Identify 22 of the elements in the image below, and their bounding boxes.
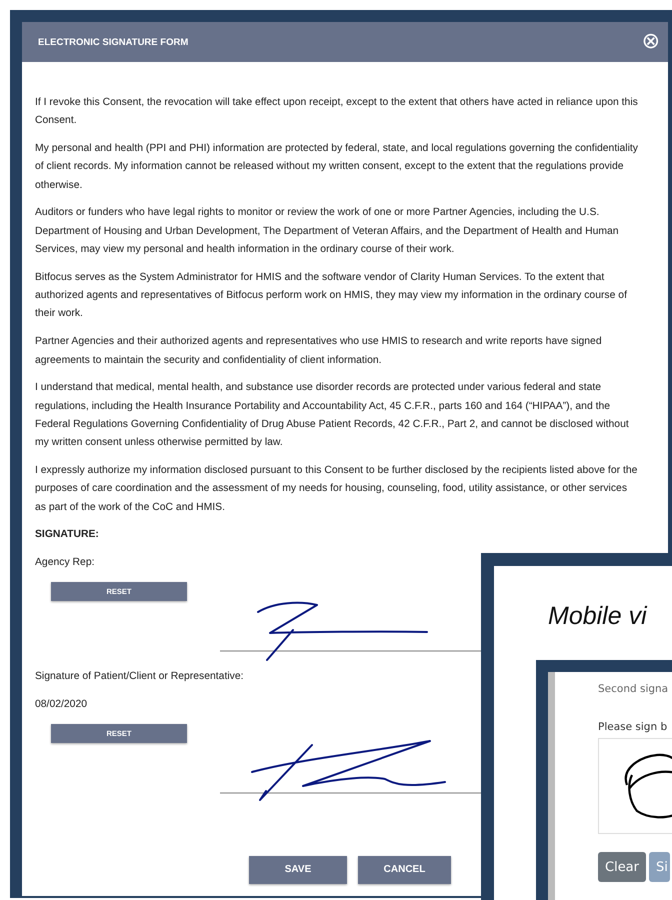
mobile-button[interactable]: Clear [598,852,646,882]
signature-pad[interactable] [598,738,672,834]
handwritten-signature-drawing [624,754,672,818]
dialog-button[interactable]: CANCEL [358,856,451,884]
consent-paragraph: If I revoke this Consent, the revocation will take effect upon receipt, except to the extent that others have acted in reliance upon this Consent. [35,96,638,128]
scrollbar[interactable] [548,672,555,900]
consent-paragraph: Bitfocus serves as the System Administrator for HMIS and the software vendor of Clarity Human Services. To the extent that authorized agents and representatives of Bitfocus perform work on HMIS, they may view my information in the ordinary course of their work. [35,270,628,322]
consent-paragraph: I expressly authorize my information disclosed pursuant to this Consent to be further disclosed by the recipients listed above for the purposes of care coordination and the assessment of my needs for housing, counseling, food, utility assistance, or other services as part of the work of the CoC and HMIS. [35,464,638,515]
sign-instruction: Please sign b [598,720,668,734]
consent-paragraph: Auditors or funders who have legal rights to monitor or review the work of one or more Partner Agencies, including the U.S. Department of Housing and Urban Development, The Department of Veteran Affairs, and the Department of Health and Human Services, may view my personal and health information in the ordinary course of their work. [35,206,620,258]
dialog-button[interactable]: SAVE [249,856,347,884]
consent-paragraph: I understand that medical, mental health, and substance use disorder records are protected under various federal and state regulations, including the Health Insurance Portability and Accountability Act, 45 C.F.R., parts 160 and 164 (“HIPAA”), and the Federal Regulations Governing Confidentiality of Drug Abuse Patient Records, 42 C.F.R., Part 2, and cannot be disclosed without my written consent unless otherwise permitted by law. [35,381,630,450]
mobile-button[interactable]: Si [649,852,670,882]
signature-heading: SIGNATURE: [35,528,99,542]
consent-paragraph: My personal and health (PPI and PHI) information are protected by federal, state, and local regulations governing the confidentiality of client records. My information cannot be released without my written consent, except to the extent that the regulations provide otherwise. [35,142,638,193]
dialog-title: ELECTRONIC SIGNATURE FORM [38,36,188,48]
signature-label: Signature of Patient/Client or Representative: [35,670,244,684]
mobile-view-caption: Mobile vi [548,602,647,631]
signature-prompt: Second signa [598,682,670,696]
signature-label: Agency Rep: [35,556,94,570]
consent-paragraph: Partner Agencies and their authorized agents and representatives who use HMIS to research and write reports have signed agreements to maintain the security and confidentiality of client information. [35,335,603,368]
signature-date: 08/02/2020 [35,698,88,712]
